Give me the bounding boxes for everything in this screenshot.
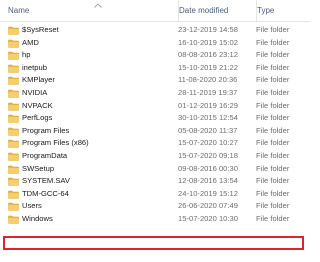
file-type: File folder bbox=[256, 100, 290, 110]
column-header-type-label: Type bbox=[257, 6, 275, 15]
list-item[interactable]: PerfLogs 30-10-2015 12:54 File folder bbox=[0, 112, 310, 125]
file-name: inetpub bbox=[22, 62, 47, 72]
file-name: TDM-GCC-64 bbox=[22, 188, 69, 198]
file-explorer-list: Name Date modified Type $SysReset 23-12-… bbox=[0, 0, 310, 262]
list-item[interactable]: Program Files 05-08-2020 11:37 File fold… bbox=[0, 125, 310, 138]
file-name: SWSetup bbox=[22, 163, 55, 173]
list-item[interactable]: Program Files (x86) 15-07-2020 10:27 Fil… bbox=[0, 137, 310, 150]
file-date-modified: 15-07-2020 09:18 bbox=[178, 150, 238, 160]
file-date-modified: 08-08-2016 23:12 bbox=[178, 50, 238, 60]
list-item[interactable]: Windows 15-07-2020 10:30 File folder bbox=[0, 213, 310, 226]
file-type: File folder bbox=[256, 75, 290, 85]
file-type: File folder bbox=[256, 138, 290, 148]
list-item-highlighted[interactable]: Users 26-06-2020 07:49 File folder bbox=[0, 200, 310, 213]
file-type: File folder bbox=[256, 163, 290, 173]
folder-icon bbox=[8, 203, 19, 212]
folder-icon bbox=[8, 127, 19, 136]
file-type: File folder bbox=[256, 213, 290, 223]
file-type: File folder bbox=[256, 50, 290, 60]
file-date-modified: 30-10-2015 12:54 bbox=[178, 113, 238, 123]
column-header-name[interactable]: Name bbox=[8, 0, 168, 22]
file-date-modified: 09-08-2016 00:30 bbox=[178, 163, 238, 173]
file-name: SYSTEM.SAV bbox=[22, 176, 70, 186]
file-name: AMD bbox=[22, 37, 39, 47]
folder-icon bbox=[8, 215, 19, 224]
file-name: KMPlayer bbox=[22, 75, 55, 85]
file-date-modified: 16-10-2019 15:02 bbox=[178, 37, 238, 47]
column-header-type[interactable]: Type bbox=[256, 0, 310, 22]
list-item[interactable]: NVPACK 01-12-2019 16:29 File folder bbox=[0, 100, 310, 113]
list-item[interactable]: NVIDIA 28-11-2019 19:37 File folder bbox=[0, 87, 310, 100]
file-list: $SysReset 23-12-2019 14:58 File folder A… bbox=[0, 24, 310, 226]
list-item[interactable]: TDM-GCC-64 24-10-2019 15:12 File folder bbox=[0, 188, 310, 201]
column-header-name-label: Name bbox=[8, 6, 30, 15]
file-date-modified: 05-08-2020 11:37 bbox=[178, 125, 238, 135]
folder-icon bbox=[8, 89, 19, 98]
file-name: Windows bbox=[22, 213, 53, 223]
folder-icon bbox=[8, 51, 19, 60]
folder-icon bbox=[8, 140, 19, 149]
list-item[interactable]: SYSTEM.SAV 12-08-2016 13:54 File folder bbox=[0, 175, 310, 188]
folder-icon bbox=[8, 177, 19, 186]
file-name: hp bbox=[22, 50, 31, 60]
list-item[interactable]: KMPlayer 11-08-2020 20:36 File folder bbox=[0, 74, 310, 87]
file-date-modified: 11-08-2020 20:36 bbox=[178, 75, 238, 85]
folder-icon bbox=[8, 39, 19, 48]
file-type: File folder bbox=[256, 188, 290, 198]
file-date-modified: 15-07-2020 10:27 bbox=[178, 138, 238, 148]
sort-ascending-icon bbox=[94, 3, 102, 8]
list-item[interactable]: ProgramData 15-07-2020 09:18 File folder bbox=[0, 150, 310, 163]
list-item[interactable]: inetpub 15-10-2019 21:22 File folder bbox=[0, 62, 310, 75]
file-date-modified: 26-06-2020 07:49 bbox=[178, 201, 238, 211]
folder-icon bbox=[8, 114, 19, 123]
file-date-modified: 15-07-2020 10:30 bbox=[178, 213, 238, 223]
file-type: File folder bbox=[256, 37, 290, 47]
folder-icon bbox=[8, 77, 19, 86]
file-date-modified: 15-10-2019 21:22 bbox=[178, 62, 238, 72]
file-date-modified: 24-10-2019 15:12 bbox=[178, 188, 238, 198]
file-date-modified: 28-11-2019 19:37 bbox=[178, 87, 238, 97]
file-name: PerfLogs bbox=[22, 113, 53, 123]
file-name: $SysReset bbox=[22, 25, 59, 34]
file-date-modified: 12-08-2016 13:54 bbox=[178, 176, 238, 186]
column-header-date-modified[interactable]: Date modified bbox=[178, 0, 248, 22]
list-item[interactable]: AMD 16-10-2019 15:02 File folder bbox=[0, 37, 310, 50]
file-date-modified: 01-12-2019 16:29 bbox=[178, 100, 238, 110]
list-item[interactable]: SWSetup 09-08-2016 00:30 File folder bbox=[0, 163, 310, 176]
file-type: File folder bbox=[256, 176, 290, 186]
file-type: File folder bbox=[256, 125, 290, 135]
file-name: NVIDIA bbox=[22, 87, 48, 97]
list-item[interactable]: hp 08-08-2016 23:12 File folder bbox=[0, 49, 310, 62]
file-type: File folder bbox=[256, 87, 290, 97]
file-type: File folder bbox=[256, 150, 290, 160]
highlight-annotation-box bbox=[3, 236, 304, 250]
folder-icon bbox=[8, 26, 19, 35]
folder-icon bbox=[8, 190, 19, 199]
file-name: ProgramData bbox=[22, 150, 68, 160]
column-header-date-label: Date modified bbox=[179, 6, 229, 15]
folder-icon bbox=[8, 165, 19, 174]
file-name: Program Files (x86) bbox=[22, 138, 89, 148]
file-type: File folder bbox=[256, 113, 290, 123]
file-name: Program Files bbox=[22, 125, 70, 135]
file-date-modified: 23-12-2019 14:58 bbox=[178, 25, 238, 34]
folder-icon bbox=[8, 102, 19, 111]
column-header-bar: Name Date modified Type bbox=[0, 0, 310, 22]
file-type: File folder bbox=[256, 25, 290, 34]
file-type: File folder bbox=[256, 201, 290, 211]
list-item[interactable]: $SysReset 23-12-2019 14:58 File folder bbox=[0, 24, 310, 37]
file-name: Users bbox=[22, 201, 42, 211]
file-type: File folder bbox=[256, 62, 290, 72]
folder-icon bbox=[8, 64, 19, 73]
file-name: NVPACK bbox=[22, 100, 53, 110]
folder-icon bbox=[8, 152, 19, 161]
